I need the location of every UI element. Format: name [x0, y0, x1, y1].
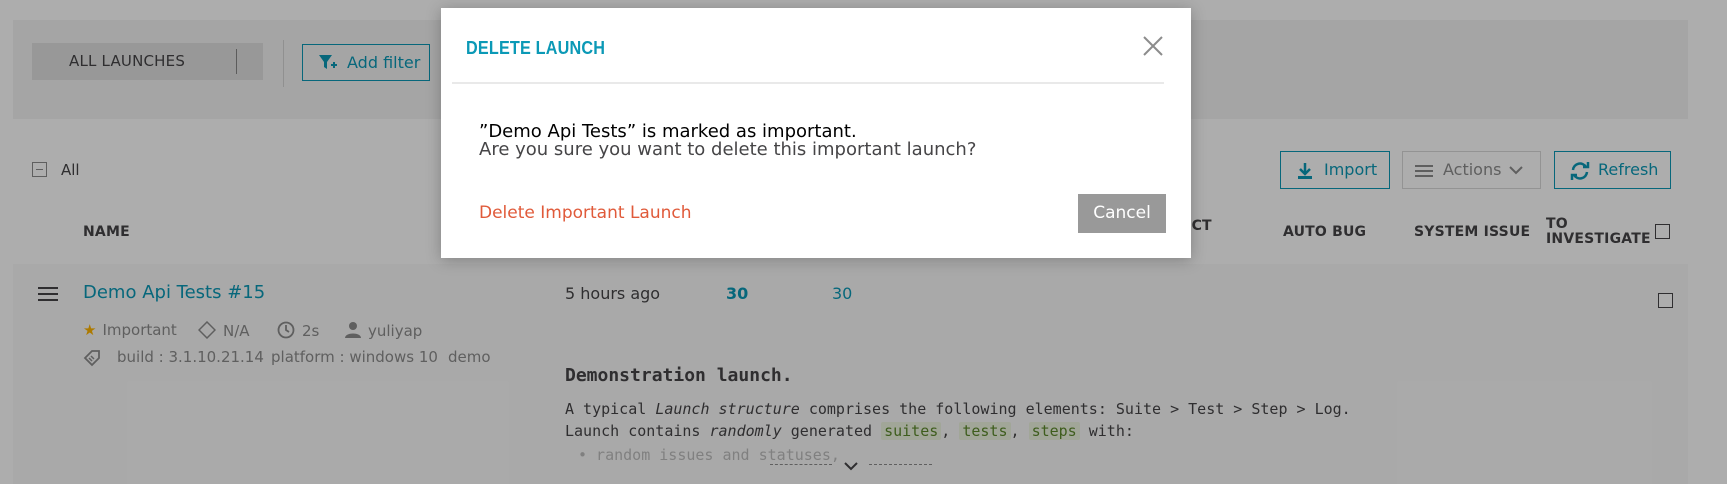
modal-divider [452, 82, 1164, 84]
cancel-button[interactable]: Cancel [1078, 194, 1166, 233]
close-icon[interactable] [1141, 34, 1165, 58]
delete-important-launch-button[interactable]: Delete Important Launch [479, 203, 692, 223]
modal-title: DELETE LAUNCH [466, 38, 606, 58]
modal-message-line-2: Are you sure you want to delete this imp… [479, 139, 977, 160]
delete-launch-modal: DELETE LAUNCH ”Demo Api Tests” is marked… [441, 8, 1191, 258]
